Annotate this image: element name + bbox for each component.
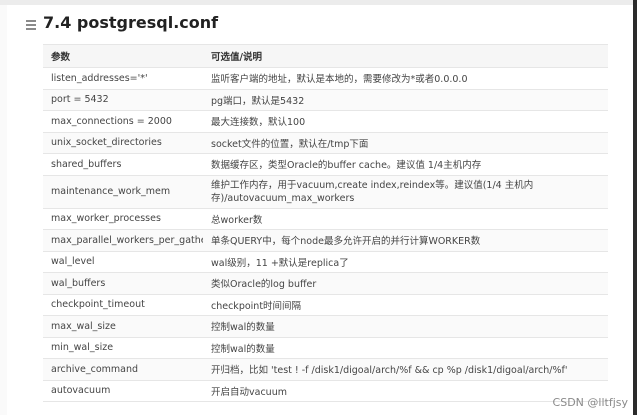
param-cell: wal_buffers bbox=[43, 272, 203, 295]
desc-cell: 开启自动vacuum bbox=[203, 380, 608, 402]
desc-cell: 控制wal的数量 bbox=[203, 315, 608, 338]
param-cell: unix_socket_directories bbox=[43, 132, 203, 154]
column-header-param: 参数 bbox=[43, 44, 203, 68]
table-row: autovacuum 开启自动vacuum bbox=[43, 380, 608, 402]
desc-cell: 监听客户端的地址，默认是本地的，需要修改为*或者0.0.0.0 bbox=[203, 67, 608, 90]
param-cell: max_parallel_workers_per_gather bbox=[43, 229, 203, 252]
param-cell: port = 5432 bbox=[43, 89, 203, 111]
param-cell: checkpoint_timeout bbox=[43, 294, 203, 316]
table-header-row: 参数 可选值/说明 bbox=[43, 44, 608, 68]
table-row: max_connections = 2000 最大连接数，默认100 bbox=[43, 110, 608, 133]
left-gutter bbox=[0, 5, 7, 415]
param-cell: max_worker_processes bbox=[43, 208, 203, 230]
desc-cell: wal级别，11 +默认是replica了 bbox=[203, 251, 608, 273]
table-row: listen_addresses='*' 监听客户端的地址，默认是本地的，需要修改… bbox=[43, 67, 608, 90]
table-row: shared_buffers 数据缓存区，类型Oracle的buffer cach… bbox=[43, 153, 608, 176]
desc-cell: 控制wal的数量 bbox=[203, 337, 608, 359]
table-row: archive_command 开归档，比如 'test ! -f /disk1/… bbox=[43, 358, 608, 381]
config-table: 参数 可选值/说明 listen_addresses='*' 监听客户端的地址，默… bbox=[43, 44, 608, 402]
desc-cell: 单条QUERY中，每个node最多允许开启的并行计算WORKER数 bbox=[203, 229, 608, 252]
param-cell: max_wal_size bbox=[43, 315, 203, 338]
param-cell: min_wal_size bbox=[43, 337, 203, 359]
desc-cell: 总worker数 bbox=[203, 208, 608, 230]
column-header-desc: 可选值/说明 bbox=[203, 44, 608, 68]
param-cell: autovacuum bbox=[43, 380, 203, 402]
param-cell: shared_buffers bbox=[43, 153, 203, 176]
table-row: max_wal_size 控制wal的数量 bbox=[43, 315, 608, 338]
table-row: port = 5432 pg端口，默认是5432 bbox=[43, 89, 608, 111]
param-cell: wal_level bbox=[43, 251, 203, 273]
table-row: max_parallel_workers_per_gather 单条QUERY中，… bbox=[43, 229, 608, 252]
table-row: maintenance_work_mem 维护工作内存，用于vacuum,crea… bbox=[43, 175, 608, 209]
desc-cell: socket文件的位置，默认在/tmp下面 bbox=[203, 132, 608, 154]
param-cell: maintenance_work_mem bbox=[43, 175, 203, 209]
table-row: wal_level wal级别，11 +默认是replica了 bbox=[43, 251, 608, 273]
table-row: min_wal_size 控制wal的数量 bbox=[43, 337, 608, 359]
desc-cell: 类似Oracle的log buffer bbox=[203, 272, 608, 295]
desc-cell: 维护工作内存，用于vacuum,create index,reindex等。建议… bbox=[203, 175, 608, 209]
desc-cell: pg端口，默认是5432 bbox=[203, 89, 608, 111]
table-row: wal_buffers 类似Oracle的log buffer bbox=[43, 272, 608, 295]
table-row: unix_socket_directories socket文件的位置，默认在/t… bbox=[43, 132, 608, 154]
desc-cell: 最大连接数，默认100 bbox=[203, 110, 608, 133]
heading-menu-icon[interactable] bbox=[26, 18, 36, 32]
table-row: max_worker_processes 总worker数 bbox=[43, 208, 608, 230]
table-row: checkpoint_timeout checkpoint时间间隔 bbox=[43, 294, 608, 316]
scrollbar[interactable] bbox=[633, 0, 637, 415]
section-heading: 7.4 postgresql.conf bbox=[43, 13, 219, 32]
top-bar bbox=[0, 0, 637, 5]
param-cell: archive_command bbox=[43, 358, 203, 381]
param-cell: listen_addresses='*' bbox=[43, 67, 203, 90]
watermark: CSDN @lltfjsy bbox=[552, 396, 628, 409]
desc-cell: 数据缓存区，类型Oracle的buffer cache。建议值 1/4主机内存 bbox=[203, 153, 608, 176]
desc-cell: 开归档，比如 'test ! -f /disk1/digoal/arch/%f … bbox=[203, 358, 608, 381]
desc-cell: checkpoint时间间隔 bbox=[203, 294, 608, 316]
param-cell: max_connections = 2000 bbox=[43, 110, 203, 133]
